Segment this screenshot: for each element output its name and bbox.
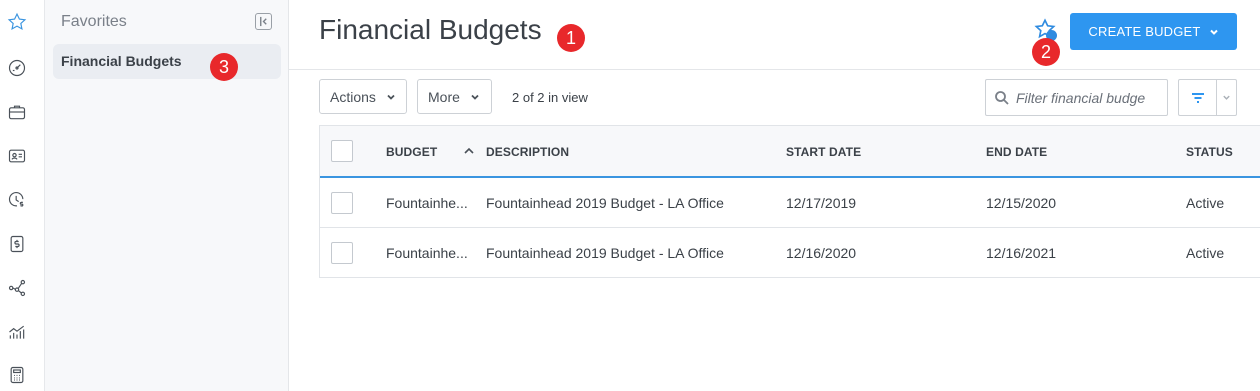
- filter-chevron-icon[interactable]: [1217, 80, 1236, 115]
- cell-budget[interactable]: Fountainhe...: [386, 195, 468, 211]
- budgets-table: BUDGET DESCRIPTION START DATE END DATE S…: [319, 125, 1260, 278]
- icon-rail: [0, 0, 45, 391]
- actions-label: Actions: [330, 88, 376, 105]
- money-icon[interactable]: [6, 233, 28, 255]
- row-checkbox[interactable]: [331, 192, 353, 214]
- column-header-end-date[interactable]: END DATE: [986, 145, 1047, 159]
- create-budget-label: CREATE BUDGET: [1088, 24, 1201, 39]
- more-label: More: [428, 88, 460, 105]
- filter-options-button[interactable]: [1178, 79, 1237, 116]
- chevron-down-icon: [1209, 29, 1218, 35]
- search-icon: [995, 90, 1009, 105]
- view-count: 2 of 2 in view: [512, 90, 588, 105]
- clock-dollar-icon[interactable]: [6, 189, 28, 211]
- favorite-item-financial-budgets[interactable]: Financial Budgets: [53, 44, 281, 79]
- contact-card-icon[interactable]: [6, 145, 28, 167]
- header-divider: [289, 69, 1260, 70]
- actions-dropdown[interactable]: Actions: [319, 79, 407, 114]
- cell-status: Active: [1186, 195, 1225, 211]
- cell-start-date: 12/17/2019: [786, 195, 857, 211]
- select-all-checkbox[interactable]: [331, 140, 353, 162]
- more-dropdown[interactable]: More: [417, 79, 492, 114]
- table-header: BUDGET DESCRIPTION START DATE END DATE S…: [320, 126, 1260, 178]
- collapse-panel-icon[interactable]: [255, 13, 272, 30]
- cell-end-date: 12/16/2021: [986, 245, 1057, 261]
- cell-end-date: 12/15/2020: [986, 195, 1057, 211]
- row-checkbox[interactable]: [331, 242, 353, 264]
- filter-input[interactable]: [1016, 89, 1166, 106]
- filter-search-box[interactable]: [985, 79, 1168, 116]
- annotation-badge-2: 2: [1032, 38, 1060, 66]
- dashboard-icon[interactable]: [6, 57, 28, 79]
- annotation-badge-1: 1: [557, 24, 585, 52]
- cell-description: Fountainhead 2019 Budget - LA Office: [486, 245, 724, 261]
- briefcase-icon[interactable]: [6, 101, 28, 123]
- create-budget-button[interactable]: CREATE BUDGET: [1070, 13, 1237, 50]
- filter-icon[interactable]: [1179, 80, 1217, 115]
- star-icon[interactable]: [6, 11, 28, 33]
- table-row[interactable]: Fountainhe... Fountainhead 2019 Budget -…: [320, 178, 1260, 228]
- network-icon[interactable]: [6, 277, 28, 299]
- chevron-down-icon: [471, 94, 479, 100]
- favorites-title: Favorites: [61, 13, 127, 30]
- column-header-status[interactable]: STATUS: [1186, 145, 1233, 159]
- table-row[interactable]: Fountainhe... Fountainhead 2019 Budget -…: [320, 228, 1260, 278]
- chart-icon[interactable]: [6, 321, 28, 343]
- annotation-badge-3: 3: [210, 53, 238, 81]
- chevron-down-icon: [387, 94, 395, 100]
- column-header-start-date[interactable]: START DATE: [786, 145, 861, 159]
- column-header-budget[interactable]: BUDGET: [386, 145, 437, 159]
- cell-description: Fountainhead 2019 Budget - LA Office: [486, 195, 724, 211]
- sort-ascending-icon[interactable]: [463, 144, 475, 156]
- calculator-icon[interactable]: [6, 364, 28, 386]
- favorites-panel: Favorites Financial Budgets: [45, 0, 289, 391]
- cell-status: Active: [1186, 245, 1225, 261]
- column-header-description[interactable]: DESCRIPTION: [486, 145, 569, 159]
- cell-budget[interactable]: Fountainhe...: [386, 245, 468, 261]
- page-title: Financial Budgets: [319, 14, 542, 45]
- cell-start-date: 12/16/2020: [786, 245, 857, 261]
